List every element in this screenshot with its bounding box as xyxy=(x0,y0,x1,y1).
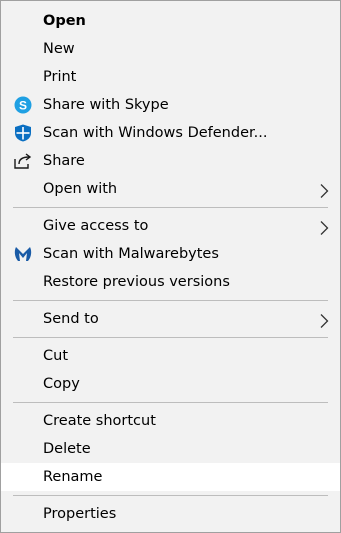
menu-item-open[interactable]: Open xyxy=(1,7,340,35)
skype-icon: S xyxy=(13,96,33,114)
menu-group-clipboard: Cut Copy xyxy=(1,342,340,398)
windows-defender-icon xyxy=(13,124,33,142)
chevron-right-icon xyxy=(318,181,330,198)
menu-item-label: Open xyxy=(43,13,86,29)
menu-item-new[interactable]: New xyxy=(1,35,340,63)
menu-item-label: Properties xyxy=(43,506,117,522)
menu-item-scan-malwarebytes[interactable]: Scan with Malwarebytes xyxy=(1,240,340,268)
menu-item-label: Copy xyxy=(43,376,80,392)
menu-group-open: Open New Print S Share with Skype Scan w… xyxy=(1,7,340,203)
menu-group-file-ops: Create shortcut Delete Rename xyxy=(1,407,340,491)
menu-item-restore-previous-versions[interactable]: Restore previous versions xyxy=(1,268,340,296)
menu-item-delete[interactable]: Delete xyxy=(1,435,340,463)
menu-item-copy[interactable]: Copy xyxy=(1,370,340,398)
menu-item-create-shortcut[interactable]: Create shortcut xyxy=(1,407,340,435)
malwarebytes-icon xyxy=(13,245,33,263)
menu-separator xyxy=(13,402,328,403)
menu-item-print[interactable]: Print xyxy=(1,63,340,91)
chevron-right-icon xyxy=(318,218,330,235)
menu-item-label: Cut xyxy=(43,348,68,364)
menu-group-properties: Properties xyxy=(1,500,340,528)
menu-item-label: Delete xyxy=(43,441,91,457)
menu-item-share-with-skype[interactable]: S Share with Skype xyxy=(1,91,340,119)
menu-item-share[interactable]: Share xyxy=(1,147,340,175)
menu-item-label: Rename xyxy=(43,469,103,485)
menu-item-label: Share xyxy=(43,153,85,169)
menu-group-access: Give access to Scan with Malwarebytes Re… xyxy=(1,212,340,296)
menu-item-label: Send to xyxy=(43,311,99,327)
menu-item-label: Open with xyxy=(43,181,118,197)
menu-item-rename[interactable]: Rename xyxy=(1,463,340,491)
context-menu: Open New Print S Share with Skype Scan w… xyxy=(0,0,341,533)
menu-item-cut[interactable]: Cut xyxy=(1,342,340,370)
menu-item-label: Share with Skype xyxy=(43,97,169,113)
menu-group-send: Send to xyxy=(1,305,340,333)
menu-separator xyxy=(13,337,328,338)
menu-separator xyxy=(13,495,328,496)
menu-item-scan-windows-defender[interactable]: Scan with Windows Defender... xyxy=(1,119,340,147)
svg-text:S: S xyxy=(19,99,27,113)
menu-item-label: Give access to xyxy=(43,218,149,234)
chevron-right-icon xyxy=(318,311,330,328)
menu-item-label: New xyxy=(43,41,75,57)
menu-item-label: Scan with Malwarebytes xyxy=(43,246,219,262)
share-icon xyxy=(13,152,33,170)
menu-item-open-with[interactable]: Open with xyxy=(1,175,340,203)
menu-item-properties[interactable]: Properties xyxy=(1,500,340,528)
menu-item-label: Print xyxy=(43,69,77,85)
menu-separator xyxy=(13,207,328,208)
menu-item-send-to[interactable]: Send to xyxy=(1,305,340,333)
menu-item-label: Restore previous versions xyxy=(43,274,230,290)
menu-separator xyxy=(13,300,328,301)
menu-item-label: Create shortcut xyxy=(43,413,156,429)
menu-item-give-access-to[interactable]: Give access to xyxy=(1,212,340,240)
menu-item-label: Scan with Windows Defender... xyxy=(43,125,268,141)
